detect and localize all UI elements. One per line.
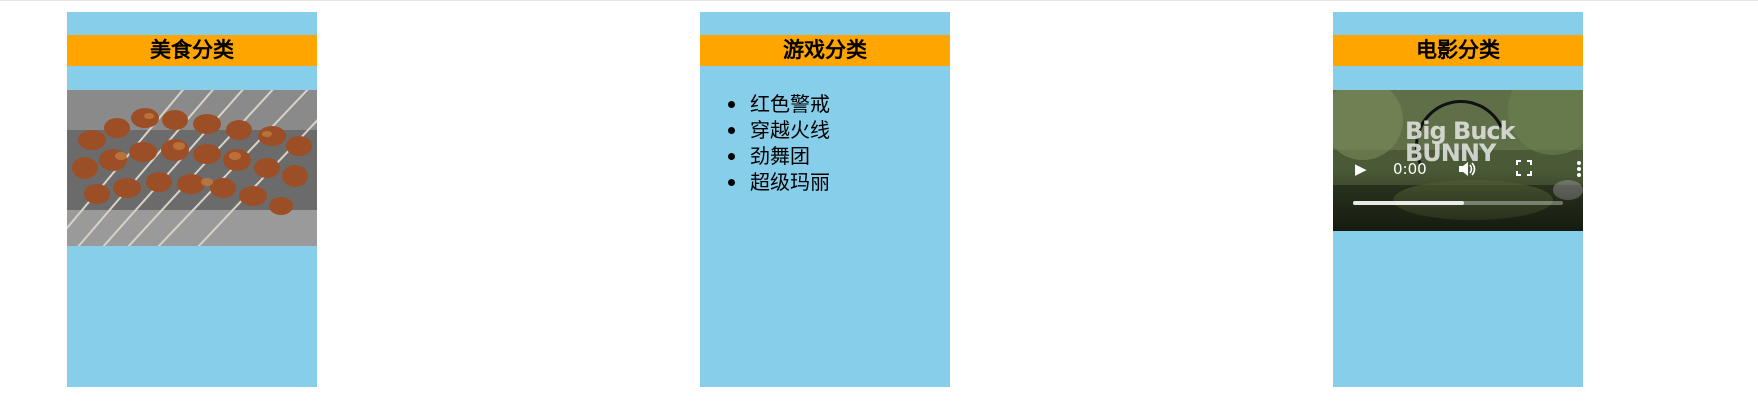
play-icon[interactable]: ▶: [1355, 160, 1367, 178]
time-display: 0:00: [1393, 160, 1427, 178]
panel-title-movies: 电影分类: [1333, 35, 1583, 66]
video-progress-fill: [1353, 201, 1465, 205]
top-border-line: [0, 0, 1758, 1]
video-progress-bar[interactable]: [1353, 201, 1563, 205]
volume-icon[interactable]: [1457, 160, 1477, 182]
more-options-icon[interactable]: [1576, 160, 1582, 182]
list-item: 红色警戒: [700, 91, 950, 117]
game-list: 红色警戒 穿越火线 劲舞团 超级玛丽: [700, 91, 950, 195]
food-category-panel: 美食分类: [67, 12, 317, 387]
panel-title-games: 游戏分类: [700, 35, 950, 66]
movie-category-panel: 电影分类 Big Buck BUNNY ▶ 0:00: [1333, 12, 1583, 387]
fullscreen-icon[interactable]: [1516, 160, 1532, 180]
panel-title-food: 美食分类: [67, 35, 317, 66]
food-image: [67, 90, 317, 246]
list-item: 劲舞团: [700, 143, 950, 169]
video-title-art: Big Buck BUNNY: [1405, 117, 1516, 167]
game-category-panel: 游戏分类 红色警戒 穿越火线 劲舞团 超级玛丽: [700, 12, 950, 387]
list-item: 穿越火线: [700, 117, 950, 143]
video-player[interactable]: Big Buck BUNNY ▶ 0:00: [1333, 90, 1583, 231]
list-item: 超级玛丽: [700, 169, 950, 195]
